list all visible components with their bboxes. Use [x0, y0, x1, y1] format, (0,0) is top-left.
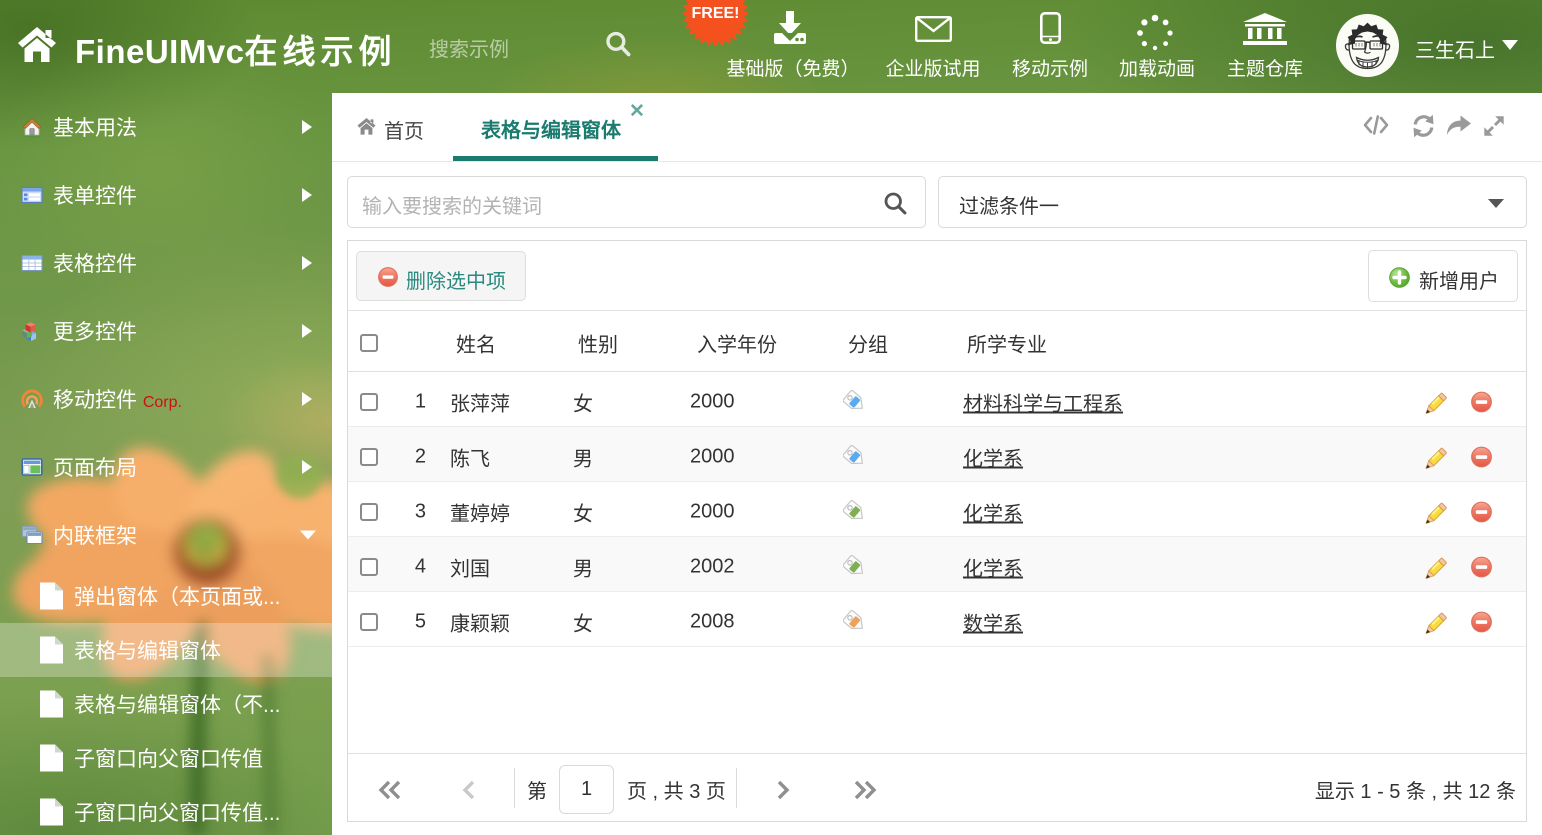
svg-text:FREE!: FREE! [692, 5, 740, 22]
